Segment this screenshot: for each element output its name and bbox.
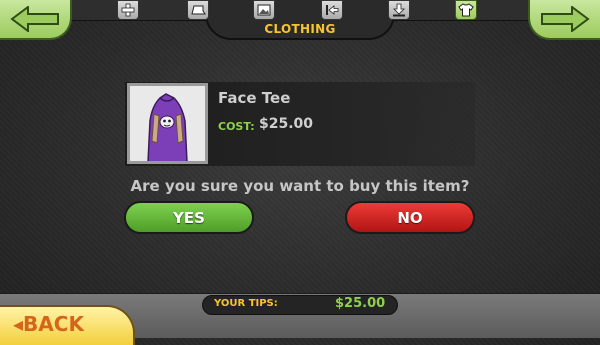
exit-arrow-icon: [326, 5, 339, 15]
tab-download[interactable]: [388, 0, 410, 20]
picture-icon: [257, 4, 271, 16]
cost-value: $25.00: [259, 116, 314, 132]
tab-exit[interactable]: [321, 0, 343, 20]
confirm-question: Are you sure you want to buy this item?: [130, 177, 470, 195]
plus-icon: [121, 3, 135, 17]
tab-backgrounds[interactable]: [253, 0, 275, 20]
hat-icon: [191, 5, 206, 15]
tips-label: YOUR TIPS:: [214, 298, 278, 309]
previous-category-button[interactable]: [0, 0, 72, 40]
item-name: Face Tee: [218, 89, 291, 107]
tab-hats[interactable]: [187, 0, 209, 20]
next-category-button[interactable]: [528, 0, 600, 40]
left-arrow-icon: [10, 6, 59, 32]
shirt-icon: [458, 3, 474, 17]
yes-button[interactable]: YES: [124, 201, 254, 234]
download-icon: [393, 3, 405, 17]
back-label[interactable]: ◂BACK: [13, 312, 84, 336]
cost-label: COST:: [218, 120, 255, 133]
item-thumbnail: [127, 83, 208, 164]
face-tee-image: [130, 86, 205, 163]
tab-add[interactable]: [117, 0, 139, 20]
tips-value: $25.00: [335, 296, 386, 311]
no-button[interactable]: NO: [345, 201, 475, 234]
right-arrow-icon: [541, 6, 590, 32]
tab-clothing[interactable]: [455, 0, 477, 20]
category-title: CLOTHING: [264, 22, 336, 36]
